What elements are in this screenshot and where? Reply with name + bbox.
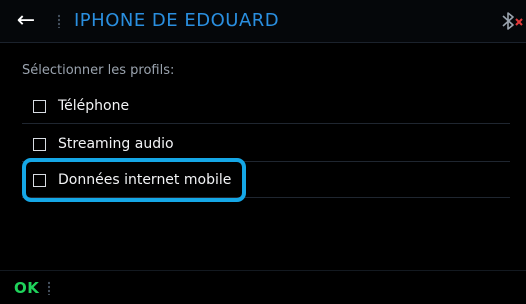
header-bar: ← IPHONE DE EDOUARD — [0, 0, 526, 43]
header-separator — [58, 14, 60, 28]
footer-separator — [48, 281, 50, 295]
profile-label: Téléphone — [58, 98, 130, 114]
profile-selection-screen: ← IPHONE DE EDOUARD Sélectionner les pro… — [0, 0, 526, 304]
footer-bar: OK — [0, 270, 526, 304]
profile-label: Données internet mobile — [58, 172, 232, 188]
profile-label: Streaming audio — [58, 136, 174, 152]
ok-button[interactable]: OK — [14, 279, 39, 297]
bluetooth-disconnected-icon — [502, 12, 523, 30]
profile-row-mobile-data[interactable]: Données internet mobile — [22, 162, 510, 198]
checkbox[interactable] — [33, 99, 46, 113]
row-divider — [22, 123, 510, 124]
profile-row-telephone[interactable]: Téléphone — [22, 88, 510, 124]
row-divider — [22, 197, 510, 198]
arrow-left-icon: ← — [16, 8, 36, 33]
checkbox[interactable] — [33, 173, 46, 187]
checkbox[interactable] — [33, 137, 46, 151]
back-button[interactable]: ← — [12, 9, 40, 33]
profiles-prompt: Sélectionner les profils: — [22, 63, 175, 78]
profile-row-streaming-audio[interactable]: Streaming audio — [22, 126, 510, 162]
device-title: IPHONE DE EDOUARD — [74, 10, 280, 31]
